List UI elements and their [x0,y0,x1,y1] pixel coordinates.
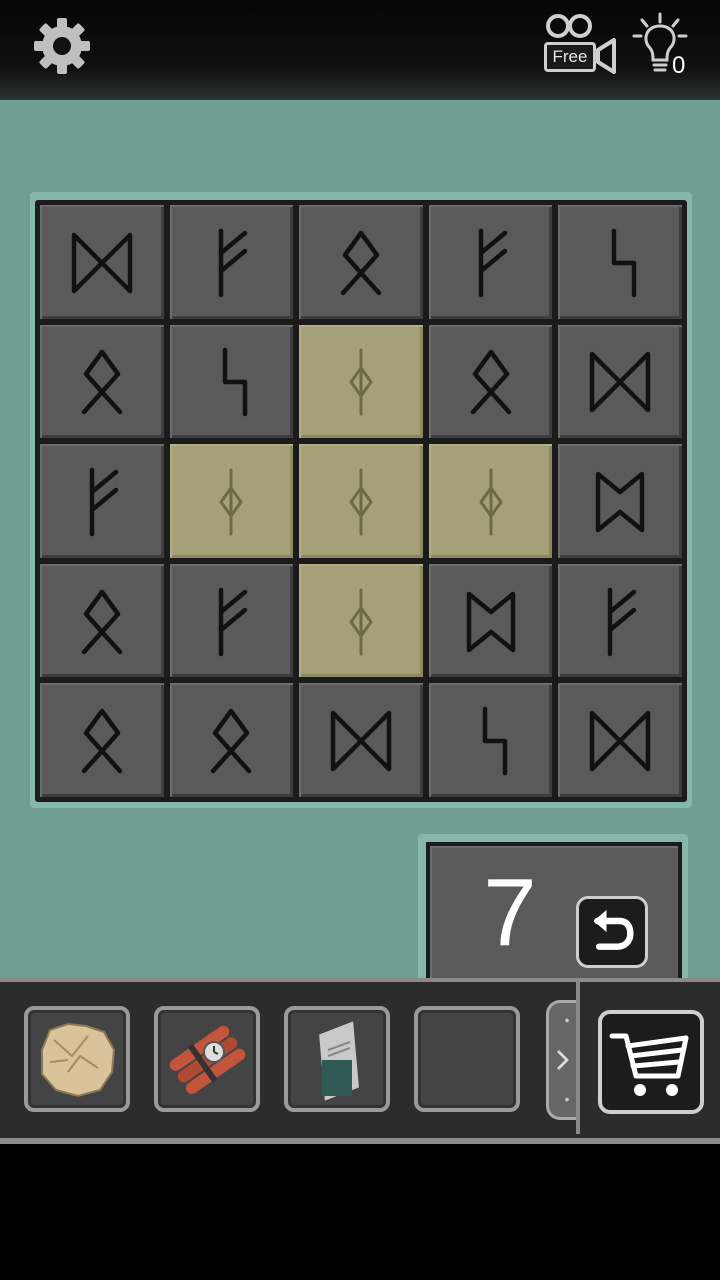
rune-tile[interactable] [40,324,164,439]
gear-icon [34,18,90,74]
dagaz-rune-icon [589,352,651,413]
rune-tile[interactable] [558,205,682,319]
fehu-rune-icon [478,228,507,298]
undo-arrow-icon [593,910,634,950]
fehu-rune-icon [219,587,248,656]
rune-grid [35,200,687,802]
inventory-slot-1[interactable] [24,1006,130,1112]
ing-rune-icon [219,468,243,536]
rune-tile[interactable] [169,444,294,558]
othala-rune-icon [211,708,252,774]
shop-button[interactable] [598,1010,704,1114]
inventory-slot-3[interactable] [284,1006,390,1112]
rune-tile[interactable] [299,205,423,319]
dynamite-icon [169,1025,246,1094]
fehu-rune-icon [607,587,637,656]
dagaz-rune-icon [71,232,133,294]
ing-rune-icon [349,468,373,536]
rune-tile[interactable] [558,563,682,678]
ing-rune-icon [349,588,373,656]
ing-rune-icon [349,348,373,416]
ing-rune-icon [479,468,503,536]
rune-tile[interactable] [40,444,164,558]
othala-rune-icon [340,230,382,296]
rune-tile[interactable] [558,683,682,797]
othala-rune-icon [81,350,123,415]
moves-counter: 7 [483,859,537,966]
fehu-rune-icon [89,467,119,537]
lightbulb-icon [632,12,688,72]
free-label: Free [544,42,596,72]
bottom-bar [0,1144,720,1280]
rune-tile[interactable] [299,444,423,558]
rune-tile[interactable] [428,683,553,797]
othala-rune-icon [81,708,123,774]
sowilo-rune-icon [482,706,507,776]
othala-rune-icon [470,350,511,415]
inventory-slot-2[interactable] [154,1006,260,1112]
rune-tile[interactable] [40,683,164,797]
hint-count: 0 [672,52,686,79]
rune-tile[interactable] [40,205,164,319]
rune-tile[interactable] [428,444,553,558]
rune-tile[interactable] [169,563,294,678]
rune-tile[interactable] [428,563,553,678]
rune-tile[interactable] [299,324,423,439]
inventory-slot-4[interactable] [414,1006,520,1112]
rune-tile[interactable] [40,563,164,678]
dagaz-rune-icon [589,710,651,772]
free-video-button[interactable]: Free [540,12,618,78]
crumpled-paper-icon [41,1022,116,1098]
rune-tile[interactable] [299,563,423,678]
rune-tile[interactable] [558,444,682,558]
inventory-scroll-button[interactable] [546,1000,576,1120]
shopping-cart-icon [609,1033,689,1096]
rune-tile[interactable] [299,683,423,797]
hint-button[interactable] [630,12,700,82]
perthro-rune-icon [595,471,645,533]
rune-tile[interactable] [428,324,553,439]
fehu-rune-icon [219,228,248,298]
rune-tile[interactable] [169,683,294,797]
perthro-rune-icon [466,591,515,652]
rune-tile[interactable] [169,205,294,319]
settings-button[interactable] [30,14,94,78]
reset-button[interactable] [576,896,648,968]
sowilo-rune-icon [223,348,248,417]
folded-note-icon [316,1018,362,1104]
chevron-right-icon [557,1018,569,1102]
inventory-divider [576,982,580,1134]
rune-tile[interactable] [558,324,682,439]
dagaz-rune-icon [330,710,392,772]
sowilo-rune-icon [611,228,637,298]
rune-tile[interactable] [169,324,294,439]
rune-tile[interactable] [428,205,553,319]
othala-rune-icon [81,589,123,654]
